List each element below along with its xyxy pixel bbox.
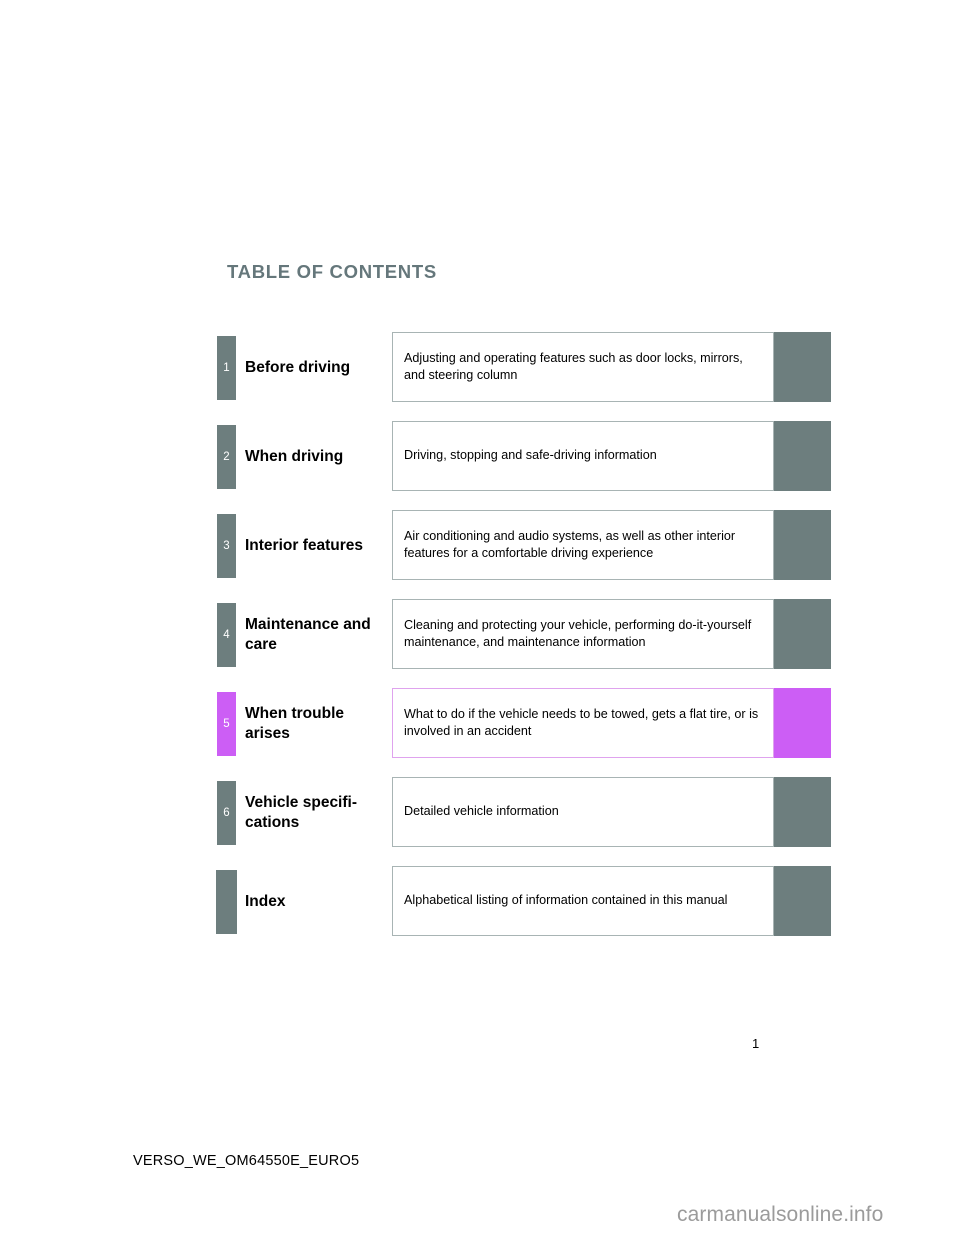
toc-row-number-tab: 6 bbox=[217, 781, 236, 845]
toc-row[interactable]: 1 Before driving Adjusting and operating f… bbox=[0, 332, 960, 402]
page-title: TABLE OF CONTENTS bbox=[227, 261, 437, 282]
toc-row-description-box: Adjusting and operating features such as… bbox=[392, 332, 774, 402]
toc-row-number-tab: 3 bbox=[217, 514, 236, 578]
toc-row[interactable]: 6 Vehicle specifi-cations Detailed vehicle… bbox=[0, 777, 960, 847]
toc-row[interactable]: 2 When driving Driving, stopping and safe-… bbox=[0, 421, 960, 491]
toc-row-description-text: Cleaning and protecting your vehicle, pe… bbox=[404, 617, 752, 649]
toc-row-description-text: Detailed vehicle information bbox=[404, 804, 559, 819]
toc-row-title: Maintenance and care bbox=[245, 616, 371, 653]
toc-row[interactable]: 3 Interior features Air conditioning and a… bbox=[0, 510, 960, 580]
watermark: carmanualsonline.info bbox=[677, 1203, 884, 1226]
toc-row-color-block bbox=[774, 777, 831, 847]
toc-row-description-text: Air conditioning and audio systems, as w… bbox=[404, 528, 736, 560]
toc-row-description-text: Driving, stopping and safe-driving infor… bbox=[404, 448, 657, 463]
table-of-contents-list: 1 Before driving Adjusting and operating f… bbox=[0, 332, 960, 959]
toc-row-number-tab: 1 bbox=[217, 336, 236, 400]
toc-row-number-tab: 2 bbox=[217, 425, 236, 489]
toc-row-title: When trouble arises bbox=[245, 705, 345, 742]
toc-row-description-box: Detailed vehicle information bbox=[392, 777, 774, 847]
toc-row-color-block bbox=[774, 421, 831, 491]
toc-row-description-text: What to do if the vehicle needs to be to… bbox=[404, 706, 759, 738]
toc-row-number-tab: 5 bbox=[217, 692, 236, 756]
toc-row-color-block bbox=[774, 688, 831, 758]
toc-row-title: Before driving bbox=[245, 359, 351, 377]
toc-row-description-box: Driving, stopping and safe-driving infor… bbox=[392, 421, 774, 491]
toc-row-color-block bbox=[774, 510, 831, 580]
manual-page: TABLE OF CONTENTS 1 Before driving Adjusti… bbox=[0, 0, 960, 1242]
toc-row-color-block bbox=[774, 332, 831, 402]
toc-row-description-box: Cleaning and protecting your vehicle, pe… bbox=[392, 599, 774, 669]
document-code: VERSO_WE_OM64550E_EURO5 bbox=[133, 1153, 360, 1169]
toc-row-title: When driving bbox=[245, 448, 344, 466]
toc-row-description-text: Alphabetical listing of information cont… bbox=[404, 893, 728, 908]
toc-row-number-tab: 4 bbox=[217, 603, 236, 667]
toc-row-description-box: Alphabetical listing of information cont… bbox=[392, 866, 774, 936]
toc-row[interactable]: 4 Maintenance and care Cleaning and protec… bbox=[0, 599, 960, 669]
toc-row-title: Index bbox=[245, 893, 286, 911]
toc-row-title: Vehicle specifi-cations bbox=[245, 794, 357, 831]
toc-row-title: Interior features bbox=[245, 537, 364, 555]
toc-row[interactable]: 5 When trouble arises What to do if the ve… bbox=[0, 688, 960, 758]
page-number: 1 bbox=[752, 1036, 760, 1051]
toc-row-color-block bbox=[774, 599, 831, 669]
toc-row-description-box: What to do if the vehicle needs to be to… bbox=[392, 688, 774, 758]
toc-row-color-block bbox=[774, 866, 831, 936]
toc-row-number-tab bbox=[216, 870, 237, 934]
toc-row-description-text: Adjusting and operating features such as… bbox=[404, 350, 743, 382]
toc-row[interactable]: Index Alphabetical listing of information… bbox=[0, 866, 960, 936]
toc-row-description-box: Air conditioning and audio systems, as w… bbox=[392, 510, 774, 580]
